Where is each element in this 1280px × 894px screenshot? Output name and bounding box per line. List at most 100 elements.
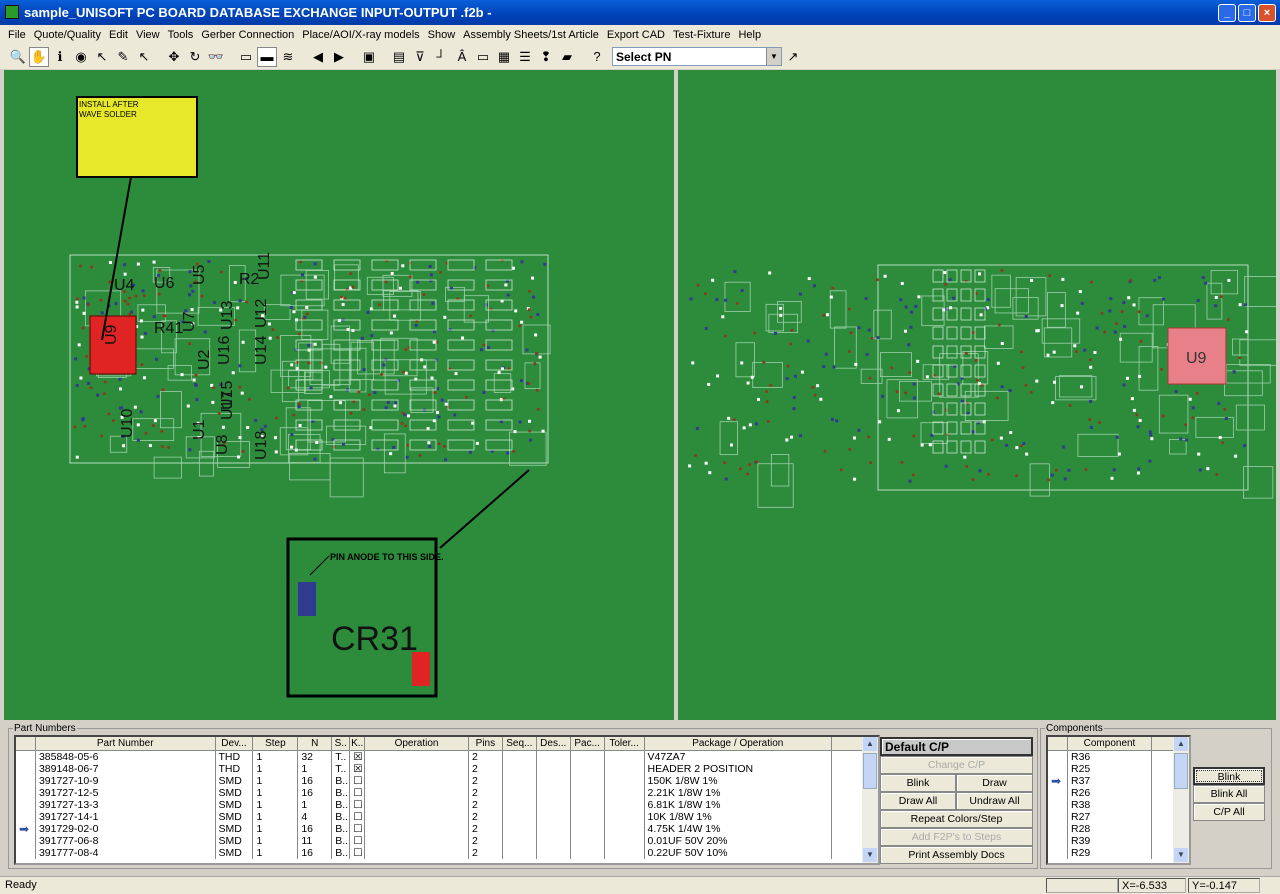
part-numbers-table[interactable]: Part Number Dev... Step N S.. K.. Operation Pin… [14, 735, 880, 865]
select-arrow-icon[interactable]: ↖ [92, 47, 112, 67]
binoculars-icon[interactable]: 👓 [206, 47, 226, 67]
k-checkbox[interactable]: ☐ [350, 847, 366, 859]
column-header[interactable]: Seq... [503, 737, 537, 750]
chevron-down-icon[interactable]: ▼ [766, 48, 781, 65]
column-header[interactable]: N [298, 737, 333, 750]
board-left-drawing[interactable]: U4 U6 U5 R2U11U9 R41U7 U13 U12U16 U14U2U15U10 U1… [4, 70, 674, 720]
menu-help[interactable]: Help [734, 29, 765, 41]
column-header[interactable]: Dev... [216, 737, 254, 750]
undraw-all-button[interactable]: Undraw All [956, 792, 1033, 810]
k-checkbox[interactable]: ☐ [350, 811, 366, 823]
list-item[interactable]: R26 [1048, 787, 1189, 799]
k-checkbox[interactable]: ☐ [350, 787, 366, 799]
k-checkbox[interactable]: ☒ [350, 751, 366, 763]
prev-icon[interactable]: ◀ [308, 47, 328, 67]
components-table[interactable]: Component R36 R25 ➡ R37 R26 R38 R27 R28 R39 R29 ▲… [1046, 735, 1191, 865]
draw-all-button[interactable]: Draw All [880, 792, 956, 810]
column-header[interactable]: S.. [332, 737, 351, 750]
keyboard-icon[interactable]: ▦ [494, 47, 514, 67]
table-row[interactable]: 389148-06-7 THD 1 1 T.. ☒ 2 HEADER 2 POSITION [16, 763, 878, 775]
draw-button[interactable]: Draw [956, 774, 1033, 792]
column-header[interactable]: Toler... [605, 737, 645, 750]
column-header[interactable]: Operation [365, 737, 469, 750]
menu-export-cad[interactable]: Export CAD [603, 29, 669, 41]
steps-icon[interactable]: ☰ [515, 47, 535, 67]
table-row[interactable]: 385848-05-6 THD 1 32 T.. ☒ 2 V47ZA7 [16, 751, 878, 763]
trace-icon[interactable]: ┘ [431, 47, 451, 67]
components-blink-button[interactable]: Blink [1193, 767, 1265, 785]
select-pn-dropdown[interactable]: Select PN ▼ [612, 47, 782, 66]
menu-tools[interactable]: Tools [164, 29, 198, 41]
label-icon[interactable]: ▤ [389, 47, 409, 67]
pins-icon[interactable]: ⊽ [410, 47, 430, 67]
add-f2p-button[interactable]: Add F2P's to Steps [880, 828, 1033, 846]
next-icon[interactable]: ▶ [329, 47, 349, 67]
print-assembly-docs-button[interactable]: Print Assembly Docs [880, 846, 1033, 864]
note-icon[interactable]: ▰ [557, 47, 577, 67]
k-checkbox[interactable]: ☐ [350, 799, 366, 811]
scroll-down-icon[interactable]: ▼ [1174, 848, 1188, 862]
menu-file[interactable]: File [4, 29, 30, 41]
scroll-thumb[interactable] [863, 753, 877, 789]
zoom-icon[interactable]: 🔍 [8, 47, 28, 67]
table-row[interactable]: 391777-06-8 SMD 1 11 B.. ☐ 2 0.01UF 50V 20% [16, 835, 878, 847]
menu-quote-quality[interactable]: Quote/Quality [30, 29, 105, 41]
change-cp-button[interactable]: Change C/P [880, 756, 1033, 774]
repeat-colors-button[interactable]: Repeat Colors/Step [880, 810, 1033, 828]
table-row[interactable]: 391727-14-1 SMD 1 4 B.. ☐ 2 10K 1/8W 1% [16, 811, 878, 823]
layer-bottom-icon[interactable]: ▬ [257, 46, 277, 67]
pad-icon[interactable]: Â [452, 47, 472, 67]
top-view[interactable]: U4 U6 U5 R2 U11 U9 R41 U7 U13 U12 U16 U14 U2 U15 U10 U1… [4, 70, 674, 720]
list-item[interactable]: R29 [1048, 847, 1189, 859]
minimize-button[interactable]: _ [1218, 4, 1236, 22]
column-header[interactable]: Part Number [36, 737, 216, 750]
move-icon[interactable]: ✥ [164, 47, 184, 67]
table-scrollbar[interactable]: ▲ ▼ [862, 737, 878, 863]
blink-all-button[interactable]: Blink All [1193, 785, 1265, 803]
components-scrollbar[interactable]: ▲ ▼ [1173, 737, 1189, 863]
layer-top-icon[interactable]: ▭ [236, 47, 256, 67]
scroll-up-icon[interactable]: ▲ [863, 737, 877, 751]
blink-button[interactable]: Blink [880, 774, 956, 792]
probe-icon[interactable]: ❢ [536, 47, 556, 67]
flip-icon[interactable]: ▣ [359, 47, 379, 67]
list-item[interactable]: R28 [1048, 823, 1189, 835]
list-item[interactable]: R36 [1048, 751, 1189, 763]
target-icon[interactable]: ◉ [71, 47, 91, 67]
list-item[interactable]: R25 [1048, 763, 1189, 775]
k-checkbox[interactable]: ☐ [350, 823, 366, 835]
column-header[interactable]: Package / Operation [645, 737, 833, 750]
menu-edit[interactable]: Edit [105, 29, 132, 41]
menu-assembly-sheets-1st-article[interactable]: Assembly Sheets/1st Article [459, 29, 603, 41]
component-column-header[interactable]: Component [1068, 737, 1152, 750]
column-header[interactable]: Step [253, 737, 299, 750]
help-pointer-icon[interactable]: ? [587, 47, 607, 67]
part-icon[interactable]: ▭ [473, 47, 493, 67]
k-checkbox[interactable]: ☒ [350, 763, 366, 775]
list-item[interactable]: R38 [1048, 799, 1189, 811]
menu-test-fixture[interactable]: Test-Fixture [669, 29, 734, 41]
scroll-up-icon[interactable]: ▲ [1174, 737, 1188, 751]
table-row[interactable]: 391727-10-9 SMD 1 16 B.. ☐ 2 150K 1/8W 1% [16, 775, 878, 787]
scroll-down-icon[interactable]: ▼ [863, 848, 877, 862]
table-row[interactable]: 391727-13-3 SMD 1 1 B.. ☐ 2 6.81K 1/8W 1% [16, 799, 878, 811]
list-item[interactable]: ➡ R37 [1048, 775, 1189, 787]
scroll-thumb[interactable] [1174, 753, 1188, 789]
menu-place-aoi-x-ray-models[interactable]: Place/AOI/X-ray models [298, 29, 423, 41]
column-header[interactable]: Pac... [571, 737, 605, 750]
info-icon[interactable]: ℹ [50, 47, 70, 67]
maximize-button[interactable]: □ [1238, 4, 1256, 22]
column-header[interactable]: Des... [537, 737, 571, 750]
board-right-drawing[interactable]: U9 [678, 70, 1280, 720]
k-checkbox[interactable]: ☐ [350, 835, 366, 847]
table-row[interactable]: 391727-12-5 SMD 1 16 B.. ☐ 2 2.21K 1/8W 1% [16, 787, 878, 799]
pointer-query-icon[interactable]: ↖ [134, 47, 154, 67]
rotate-icon[interactable]: ↻ [185, 47, 205, 67]
cp-all-button[interactable]: C/P All [1193, 803, 1265, 821]
table-row[interactable]: ➡ 391729-02-0 SMD 1 16 B.. ☐ 2 4.75K 1/4W 1% [16, 823, 878, 835]
list-item[interactable]: R39 [1048, 835, 1189, 847]
k-checkbox[interactable]: ☐ [350, 775, 366, 787]
menu-show[interactable]: Show [424, 29, 460, 41]
column-header[interactable]: Pins [469, 737, 503, 750]
pick-icon[interactable]: ↗ [783, 47, 803, 67]
